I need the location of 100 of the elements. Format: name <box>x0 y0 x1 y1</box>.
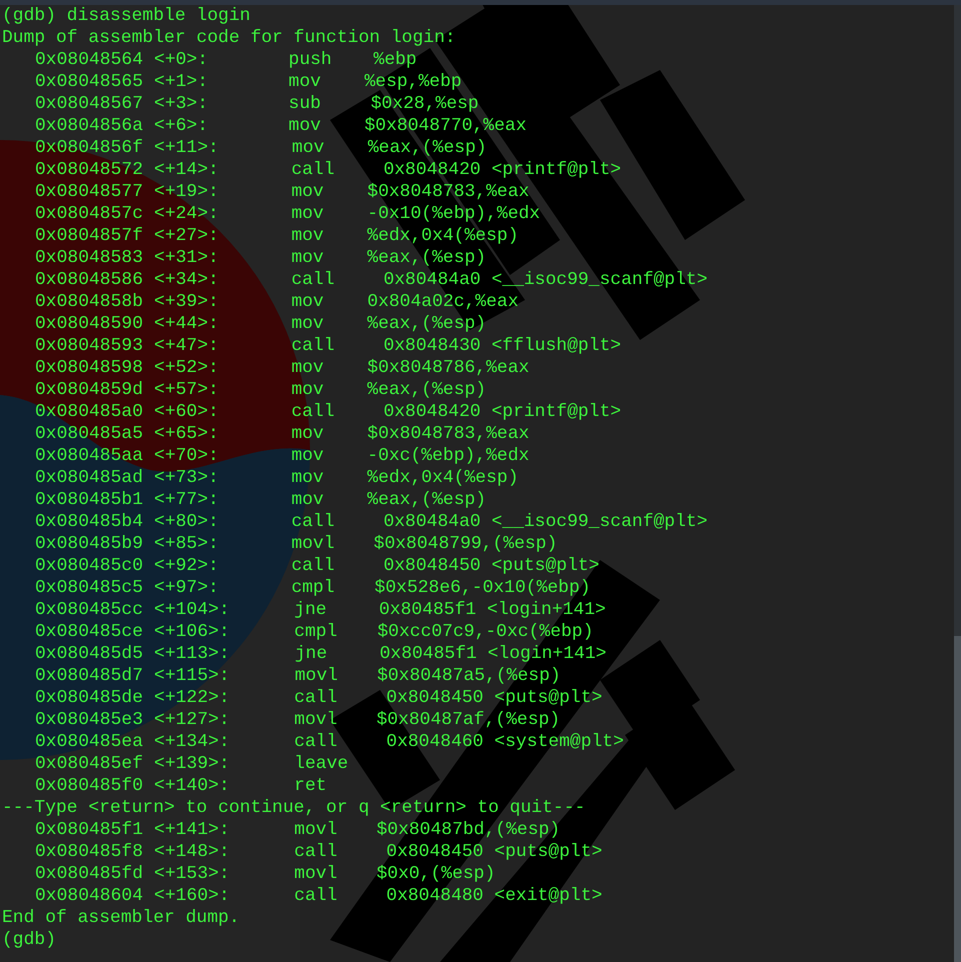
mnemonic-text: call <box>291 335 335 357</box>
address-text: 0x080485f1 <box>35 819 144 841</box>
mnemonic-text: movl <box>294 665 338 687</box>
offset-text: <+141>: <box>154 819 230 841</box>
operands-text: $0x80487af,(%esp) <box>376 709 560 731</box>
operands-text: $0x0,(%esp) <box>376 863 496 885</box>
address-text: 0x080485a5 <box>35 423 144 445</box>
operands-text: %eax,(%esp) <box>367 489 486 511</box>
offset-text: <+113>: <box>154 643 230 665</box>
address-text: 0x08048593 <box>35 335 144 357</box>
operands-text: 0x8048450 <puts@plt> <box>383 555 600 577</box>
mnemonic-text: mov <box>291 357 324 379</box>
offset-text: <+57>: <box>154 379 219 401</box>
operands-text: 0x804a02c,%eax <box>367 291 519 313</box>
output-line: Dump of assembler code for function login: <box>2 27 456 49</box>
offset-text: <+148>: <box>154 841 230 863</box>
address-text: 0x080485b4 <box>35 511 144 533</box>
operands-text: 0x80485f1 <login+141> <box>379 599 606 621</box>
address-text: 0x0804859d <box>35 379 144 401</box>
offset-text: <+31>: <box>154 247 219 269</box>
prompt-line: (gdb) <box>2 929 56 951</box>
operands-text: 0x80484a0 <__isoc99_scanf@plt> <box>383 511 708 533</box>
mnemonic-text: mov <box>288 115 321 137</box>
offset-text: <+44>: <box>154 313 219 335</box>
operands-text: $0x8048783,%eax <box>367 423 530 445</box>
address-text: 0x080485b9 <box>35 533 144 555</box>
address-text: 0x0804857c <box>35 203 144 225</box>
mnemonic-text: movl <box>291 533 335 555</box>
address-text: 0x080485b1 <box>35 489 144 511</box>
address-text: 0x0804856f <box>35 137 144 159</box>
operands-text: -0x10(%ebp),%edx <box>367 203 540 225</box>
operands-text: $0xcc07c9,-0xc(%ebp) <box>377 621 594 643</box>
offset-text: <+77>: <box>154 489 219 511</box>
scrollbar-thumb[interactable] <box>954 636 961 962</box>
operands-text: $0x80487a5,(%esp) <box>377 665 561 687</box>
output-line: ---Type <return> to continue, or q <return> to quit--- <box>2 797 586 819</box>
mnemonic-text: mov <box>292 137 324 159</box>
address-text: 0x08048577 <box>35 181 144 203</box>
address-text: 0x080485d5 <box>35 643 144 665</box>
operands-text: 0x80485f1 <login+141> <box>380 643 606 665</box>
address-text: 0x08048567 <box>35 93 144 115</box>
mnemonic-text: movl <box>294 819 338 841</box>
offset-text: <+139>: <box>154 753 230 775</box>
address-text: 0x080485ef <box>35 753 144 775</box>
address-text: 0x08048598 <box>35 357 144 379</box>
address-text: 0x080485f8 <box>35 841 144 863</box>
mnemonic-text: call <box>294 687 338 709</box>
offset-text: <+24>: <box>154 203 219 225</box>
offset-text: <+14>: <box>154 159 219 181</box>
address-text: 0x080485de <box>35 687 144 709</box>
mnemonic-text: sub <box>288 93 321 115</box>
mnemonic-text: call <box>294 731 338 753</box>
operands-text: 0x80484a0 <__isoc99_scanf@plt> <box>383 269 708 291</box>
mnemonic-text: call <box>291 159 335 181</box>
address-text: 0x080485c5 <box>35 577 144 599</box>
mnemonic-text: cmpl <box>294 621 338 643</box>
prompt-line: (gdb) disassemble login <box>2 5 250 27</box>
address-text: 0x080485ad <box>35 467 144 489</box>
mnemonic-text: mov <box>291 225 324 247</box>
offset-text: <+39>: <box>154 291 219 313</box>
offset-text: <+3>: <box>154 93 208 115</box>
mnemonic-text: mov <box>291 489 324 511</box>
offset-text: <+134>: <box>154 731 230 753</box>
mnemonic-text: mov <box>291 379 324 401</box>
output-line: End of assembler dump. <box>2 907 240 929</box>
offset-text: <+52>: <box>154 357 219 379</box>
offset-text: <+34>: <box>154 269 219 291</box>
operands-text: 0x8048450 <puts@plt> <box>386 841 602 863</box>
mnemonic-text: cmpl <box>291 577 335 599</box>
mnemonic-text: movl <box>294 863 338 885</box>
address-text: 0x08048590 <box>35 313 144 335</box>
operands-text: $0x8048786,%eax <box>367 357 530 379</box>
address-text: 0x080485c0 <box>35 555 144 577</box>
operands-text: 0x8048460 <system@plt> <box>386 731 624 753</box>
mnemonic-text: mov <box>291 181 324 203</box>
offset-text: <+140>: <box>154 775 230 797</box>
offset-text: <+6>: <box>154 115 208 137</box>
offset-text: <+115>: <box>154 665 230 687</box>
operands-text: $0x8048799,(%esp) <box>374 533 558 555</box>
operands-text: 0x8048480 <exit@plt> <box>386 885 602 907</box>
mnemonic-text: mov <box>291 203 324 225</box>
operands-text: %eax,(%esp) <box>368 137 487 159</box>
mnemonic-text: call <box>294 841 338 863</box>
offset-text: <+27>: <box>154 225 219 247</box>
mnemonic-text: movl <box>294 709 338 731</box>
address-text: 0x08048586 <box>35 269 144 291</box>
mnemonic-text: call <box>291 511 335 533</box>
address-text: 0x080485d7 <box>35 665 144 687</box>
address-text: 0x0804858b <box>35 291 144 313</box>
mnemonic-text: mov <box>291 291 324 313</box>
address-text: 0x080485a0 <box>35 401 144 423</box>
mnemonic-text: call <box>291 401 335 423</box>
offset-text: <+19>: <box>154 181 219 203</box>
operands-text: 0x8048430 <fflush@plt> <box>383 335 622 357</box>
operands-text: %ebp <box>374 49 417 71</box>
address-text: 0x0804856a <box>35 115 144 137</box>
operands-text: %edx,0x4(%esp) <box>367 225 519 247</box>
offset-text: <+97>: <box>154 577 219 599</box>
mnemonic-text: mov <box>288 71 321 93</box>
offset-text: <+47>: <box>154 335 219 357</box>
